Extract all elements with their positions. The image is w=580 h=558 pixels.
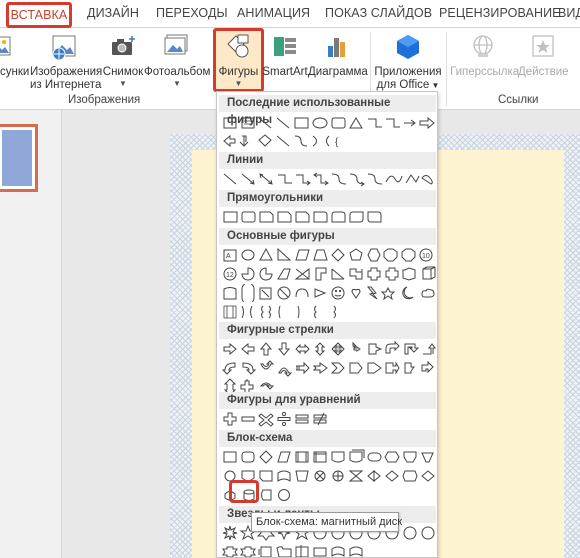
recent-shapes-row2[interactable]: { bbox=[221, 132, 436, 150]
camera-icon bbox=[112, 36, 135, 55]
pictures-icon bbox=[0, 36, 11, 56]
svg-text:A: A bbox=[226, 253, 231, 260]
online-images-icon bbox=[52, 35, 76, 61]
tab-insert[interactable]: ВСТАВКА bbox=[6, 2, 72, 28]
snapshot-label: Снимок bbox=[102, 66, 144, 78]
chart-icon bbox=[328, 38, 345, 57]
section-basic-shapes: Основные фигуры bbox=[219, 228, 436, 245]
shapes-dropdown-arrow[interactable]: ▼ bbox=[214, 79, 263, 88]
pictures-button[interactable]: сунки bbox=[0, 32, 30, 79]
recent-shapes-row1[interactable] bbox=[221, 114, 436, 132]
tab-view[interactable]: ВИД bbox=[558, 6, 580, 20]
section-recent-shapes: Последние использованные фигуры bbox=[219, 95, 436, 126]
group-links-label: Ссылки bbox=[498, 94, 539, 106]
tab-review[interactable]: РЕЦЕНЗИРОВАНИЕ bbox=[439, 6, 561, 20]
online-images-line2: из Интернета bbox=[30, 79, 102, 91]
smartart-button[interactable]: SmartArt bbox=[262, 32, 308, 79]
globe-link-icon bbox=[473, 35, 493, 57]
action-button[interactable]: Действие bbox=[518, 32, 569, 79]
photo-album-label: Фотоальбом bbox=[144, 66, 211, 78]
online-images-button[interactable]: Изображения из Интернета bbox=[30, 32, 102, 92]
rectangles-row[interactable] bbox=[221, 208, 436, 226]
action-label: Действие bbox=[518, 66, 569, 78]
section-rectangles: Прямоугольники bbox=[219, 190, 436, 207]
slide-thumbnails-pane[interactable] bbox=[0, 110, 62, 558]
snapshot-button[interactable]: Снимок ▼ bbox=[101, 32, 145, 88]
stars-row2[interactable] bbox=[221, 543, 436, 557]
pictures-label: сунки bbox=[0, 66, 30, 78]
basic-shapes-row4[interactable] bbox=[221, 303, 436, 321]
shapes-label: Фигуры bbox=[218, 66, 259, 78]
chart-button[interactable]: Диаграмма bbox=[308, 32, 368, 79]
chart-label: Диаграмма bbox=[308, 66, 368, 78]
tab-transitions[interactable]: ПЕРЕХОДЫ bbox=[156, 6, 228, 20]
hyperlink-label: Гиперссылка bbox=[450, 66, 520, 78]
block-arrows-row2[interactable] bbox=[221, 359, 436, 377]
snapshot-dropdown-arrow[interactable]: ▼ bbox=[101, 79, 145, 88]
flowchart-row1[interactable] bbox=[221, 448, 436, 466]
basic-shapes-row3[interactable] bbox=[221, 284, 436, 302]
action-star-icon bbox=[532, 35, 554, 57]
block-arrows-row1[interactable] bbox=[221, 340, 436, 358]
shapes-button[interactable]: Фигуры ▼ bbox=[214, 32, 263, 88]
apps-line2: для Office bbox=[376, 79, 430, 91]
magnetic-disk-shape-highlight[interactable] bbox=[229, 480, 259, 503]
shapes-icon bbox=[226, 34, 248, 58]
basic-shapes-row1[interactable]: A 10 bbox=[221, 246, 436, 264]
ribbon-separator bbox=[446, 32, 447, 106]
smartart-label: SmartArt bbox=[262, 66, 308, 78]
smartart-icon bbox=[274, 37, 296, 56]
section-block-arrows: Фигурные стрелки bbox=[219, 322, 436, 339]
hyperlink-button[interactable]: Гиперссылка bbox=[450, 32, 520, 79]
apps-line1: Приложения bbox=[374, 66, 442, 78]
group-images-label: Изображения bbox=[68, 94, 141, 106]
tab-slideshow[interactable]: ПОКАЗ СЛАЙДОВ bbox=[325, 6, 432, 20]
office-store-icon bbox=[397, 35, 419, 59]
shape-tooltip: Блок-схема: магнитный диск bbox=[251, 512, 402, 532]
online-images-line1: Изображения bbox=[30, 66, 103, 78]
apps-for-office-button[interactable]: Приложения для Office ▼ bbox=[374, 32, 442, 92]
equation-shapes-row[interactable] bbox=[221, 410, 436, 428]
basic-shapes-row2[interactable]: 12 bbox=[221, 265, 436, 283]
section-lines: Линии bbox=[219, 152, 436, 169]
tab-design[interactable]: ДИЗАЙН bbox=[87, 6, 139, 20]
lines-row[interactable] bbox=[221, 170, 436, 188]
slide-thumbnail-selected[interactable] bbox=[0, 124, 38, 192]
photo-album-button[interactable]: Фотоальбом ▼ bbox=[144, 32, 210, 88]
photo-album-icon bbox=[164, 34, 188, 55]
tab-animation[interactable]: АНИМАЦИЯ bbox=[237, 6, 310, 20]
section-equation-shapes: Фигуры для уравнений bbox=[219, 392, 436, 409]
svg-text:{: { bbox=[335, 137, 339, 148]
section-flowchart: Блок-схема bbox=[219, 430, 436, 447]
powerpoint-window: ВСТАВКА ДИЗАЙН ПЕРЕХОДЫ АНИМАЦИЯ ПОКАЗ С… bbox=[0, 0, 580, 558]
svg-text:12: 12 bbox=[226, 272, 234, 279]
svg-text:10: 10 bbox=[422, 253, 430, 260]
ribbon-tab-bar: ВСТАВКА ДИЗАЙН ПЕРЕХОДЫ АНИМАЦИЯ ПОКАЗ С… bbox=[0, 0, 580, 28]
photo-album-dropdown-arrow[interactable]: ▼ bbox=[144, 79, 210, 88]
